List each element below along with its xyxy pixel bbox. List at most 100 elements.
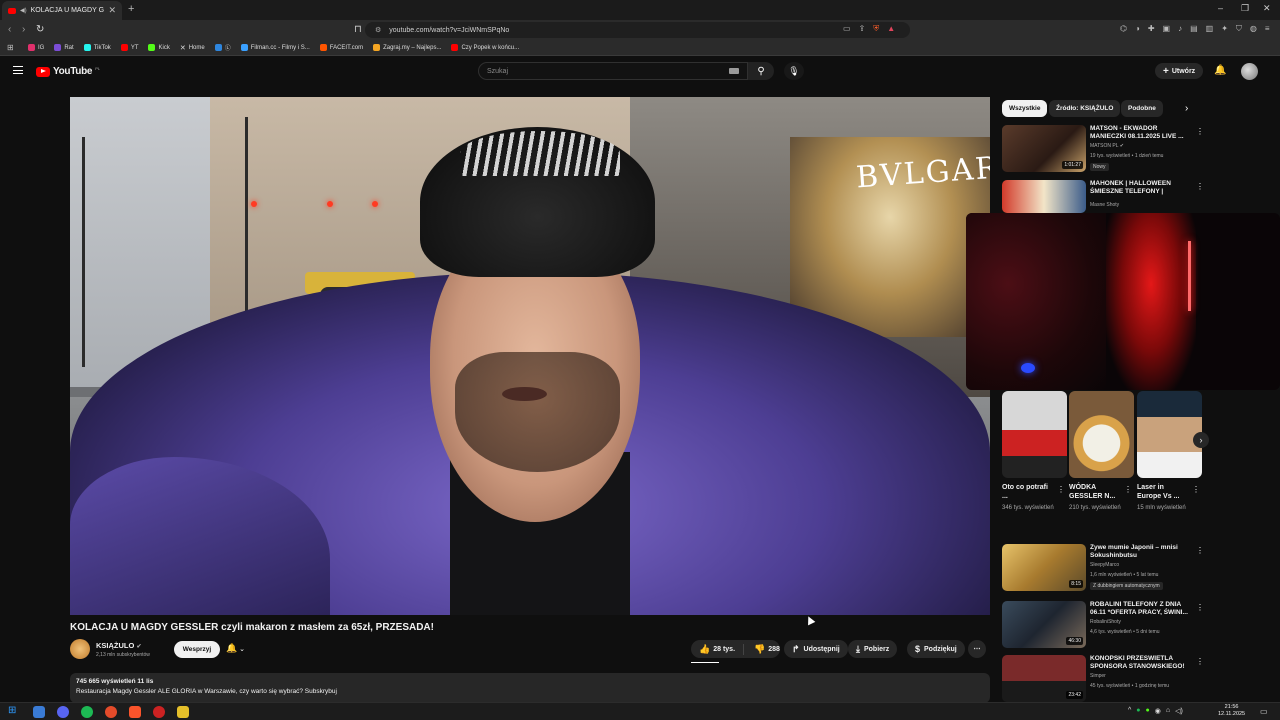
more-vertical-icon[interactable]: ⋮ (1196, 127, 1204, 136)
video-player[interactable]: BVLGARI (70, 97, 990, 615)
app-icon-yellow[interactable] (177, 706, 189, 718)
more-vertical-icon[interactable]: ⋮ (1124, 485, 1132, 494)
bookmark-3[interactable]: YT (120, 44, 138, 51)
chip-all[interactable]: Wszystkie (1002, 100, 1048, 117)
channel-avatar[interactable] (70, 639, 90, 659)
spotify-icon[interactable] (81, 706, 93, 718)
site-info-icon[interactable]: ⚙ (375, 26, 381, 34)
minimize-icon[interactable]: – (1218, 3, 1223, 13)
short-item[interactable]: Laser in Europe Vs ... 15 mln wyświetleń… (1137, 391, 1202, 512)
bookmark-7[interactable]: Filman.cc - Filmy i S... (240, 44, 310, 51)
menu-icon[interactable]: ≡ (1265, 24, 1270, 34)
like-button[interactable]: 👍 28 tys. (691, 643, 745, 655)
wallet-icon[interactable]: ▣ (1163, 24, 1171, 34)
app-icon-red[interactable] (153, 706, 165, 718)
more-actions-button[interactable]: ⋯ (968, 640, 986, 658)
recommendation-item[interactable]: MAHONEK | HALLOWEEN ŚMIESZNE TELEFONY | … (1002, 180, 1207, 215)
recommendation-item[interactable]: 46:30 ROBALINI TELEFONY Z DNIA 06.11 *OF… (1002, 601, 1207, 648)
app-icon-edge[interactable] (33, 706, 45, 718)
maximize-icon[interactable]: ❐ (1241, 3, 1249, 14)
chrome-icon[interactable] (105, 706, 117, 718)
vpn-icon[interactable]: ⌬ (1120, 24, 1127, 34)
address-bar[interactable]: ⚙ youtube.com/watch?v=JciWNmSPqNo (365, 22, 910, 38)
keyboard-icon[interactable] (729, 68, 739, 74)
download-button[interactable]: ⤓ Pobierz (848, 640, 898, 658)
subscription-bell-button[interactable]: 🔔 ⌄ (226, 643, 245, 654)
apps-grid-icon[interactable]: ⊞ (7, 43, 14, 52)
sidebar-toggle-icon[interactable]: ▤ (1190, 24, 1198, 34)
chip-from-channel[interactable]: Źródło: KSIĄŻULO (1049, 100, 1121, 117)
recommendation-item[interactable]: 23:42 KONOPSKI PRZEŚWIETLA SPONSORA STAN… (1002, 655, 1207, 702)
voice-search-button[interactable]: 🎙 (784, 62, 804, 80)
recommendation-item[interactable]: 1:01:27 MATSON - EKWADOR MANIECZKI 08.11… (1002, 125, 1207, 175)
browser-tab-active[interactable]: ◀) KOLACJA U MAGDY GESSLER ✕ (2, 1, 122, 20)
description-box[interactable]: 745 665 wyświetleń 11 lis Restauracja Ma… (70, 673, 990, 703)
tray-app-icon[interactable]: ● (1146, 707, 1150, 715)
leo-icon[interactable]: ✦ (1221, 24, 1228, 34)
bookmark-5[interactable]: ✕ Home (180, 44, 205, 52)
dislike-button[interactable]: 👎 288 (748, 644, 786, 655)
youtube-logo[interactable]: YouTube PL (36, 66, 100, 77)
audio-icon[interactable]: ◀) (20, 7, 27, 14)
video-duration: 23:42 (1066, 691, 1083, 699)
bookmark-8[interactable]: FACEIT.com (319, 44, 363, 51)
bookmark-10[interactable]: Czy Popek w końcu... (451, 44, 519, 51)
notifications-bell-icon[interactable]: 🔔 (1214, 65, 1226, 76)
forward-icon[interactable]: › (22, 24, 25, 35)
more-vertical-icon[interactable]: ⋮ (1196, 546, 1204, 555)
brave-rewards-icon[interactable]: ▲ (887, 24, 895, 34)
short-item[interactable]: WÓDKA GESSLER N... 210 tys. wyświetleń ⋮ (1069, 391, 1134, 512)
more-vertical-icon[interactable]: ⋮ (1057, 485, 1065, 494)
share-page-icon[interactable]: ⇪ (859, 24, 866, 34)
brave-shield-icon[interactable]: ⛨ (873, 24, 879, 34)
cast-icon[interactable]: ▭ (843, 24, 851, 34)
more-vertical-icon[interactable]: ⋮ (1192, 485, 1200, 494)
reading-list-icon[interactable]: ▥ (1206, 24, 1214, 34)
chip-related[interactable]: Podobne (1121, 100, 1163, 117)
thanks-button[interactable]: $ Podziękuj (907, 640, 965, 658)
profile-icon[interactable]: ◍ (1250, 24, 1257, 34)
shield-icon[interactable]: ⛉ (1236, 24, 1242, 34)
more-vertical-icon[interactable]: ⋮ (1196, 657, 1204, 666)
discord-icon[interactable] (57, 706, 69, 718)
short-item[interactable]: Oto co potrafi ... 346 tys. wyświetleń ⋮ (1002, 391, 1067, 512)
clock[interactable]: 21:56 12.11.2025 (1218, 704, 1245, 718)
windows-start-icon[interactable]: ⊞ (8, 705, 20, 717)
extensions-icon[interactable]: ✚ (1148, 24, 1155, 34)
close-tab-icon[interactable]: ✕ (108, 5, 116, 16)
create-button[interactable]: + Utwórz (1155, 63, 1204, 79)
network-icon[interactable]: ⌂ (1166, 707, 1170, 715)
bookmark-1[interactable]: Rat (54, 44, 74, 51)
bookmark-page-icon[interactable]: ⊓ (354, 24, 362, 35)
bookmark-6[interactable]: Ⓛ (214, 43, 231, 52)
account-avatar[interactable] (1241, 63, 1258, 80)
bookmark-9[interactable]: Zagraj.my – Najleps... (373, 44, 441, 51)
shorts-next-button[interactable]: › (1193, 432, 1209, 448)
more-vertical-icon[interactable]: ⋮ (1196, 603, 1204, 612)
tray-chevron-icon[interactable]: ^ (1128, 707, 1131, 715)
brave-icon[interactable] (129, 706, 141, 718)
more-vertical-icon[interactable]: ⋮ (1196, 182, 1204, 191)
new-tab-icon[interactable]: + (128, 3, 134, 15)
media-icon[interactable]: ♪ (1178, 24, 1182, 34)
search-button[interactable]: ⚲ (748, 62, 774, 80)
reload-icon[interactable]: ↻ (36, 24, 44, 35)
recommendation-item[interactable]: 8:15 Żywe mumie Japonii – mnisi Sokushin… (1002, 544, 1207, 594)
bookmark-4[interactable]: Kick (148, 44, 170, 51)
channel-name[interactable]: KSIĄŻULO ✔ (96, 641, 141, 650)
tray-app-icon[interactable]: ◉ (1155, 707, 1161, 715)
join-button[interactable]: Wesprzyj (174, 641, 220, 658)
back-icon[interactable]: ‹ (8, 24, 11, 35)
tray-app-icon[interactable]: ● (1136, 707, 1140, 715)
volume-icon[interactable]: ◁) (1175, 707, 1183, 715)
notifications-icon[interactable]: ▭ (1260, 707, 1268, 716)
bookmark-2[interactable]: TikTok (83, 44, 111, 51)
close-window-icon[interactable]: ✕ (1263, 3, 1271, 14)
bookmark-0[interactable]: IG (28, 44, 44, 51)
sound-icon[interactable]: ◑ (1135, 24, 1140, 34)
chips-next-icon[interactable]: › (1185, 103, 1188, 114)
short-title: Oto co potrafi ... (1002, 484, 1048, 500)
hamburger-menu-icon[interactable] (13, 66, 23, 74)
search-input[interactable]: Szukaj (478, 62, 748, 80)
share-button[interactable]: ↱ Udostępnij (784, 640, 848, 658)
